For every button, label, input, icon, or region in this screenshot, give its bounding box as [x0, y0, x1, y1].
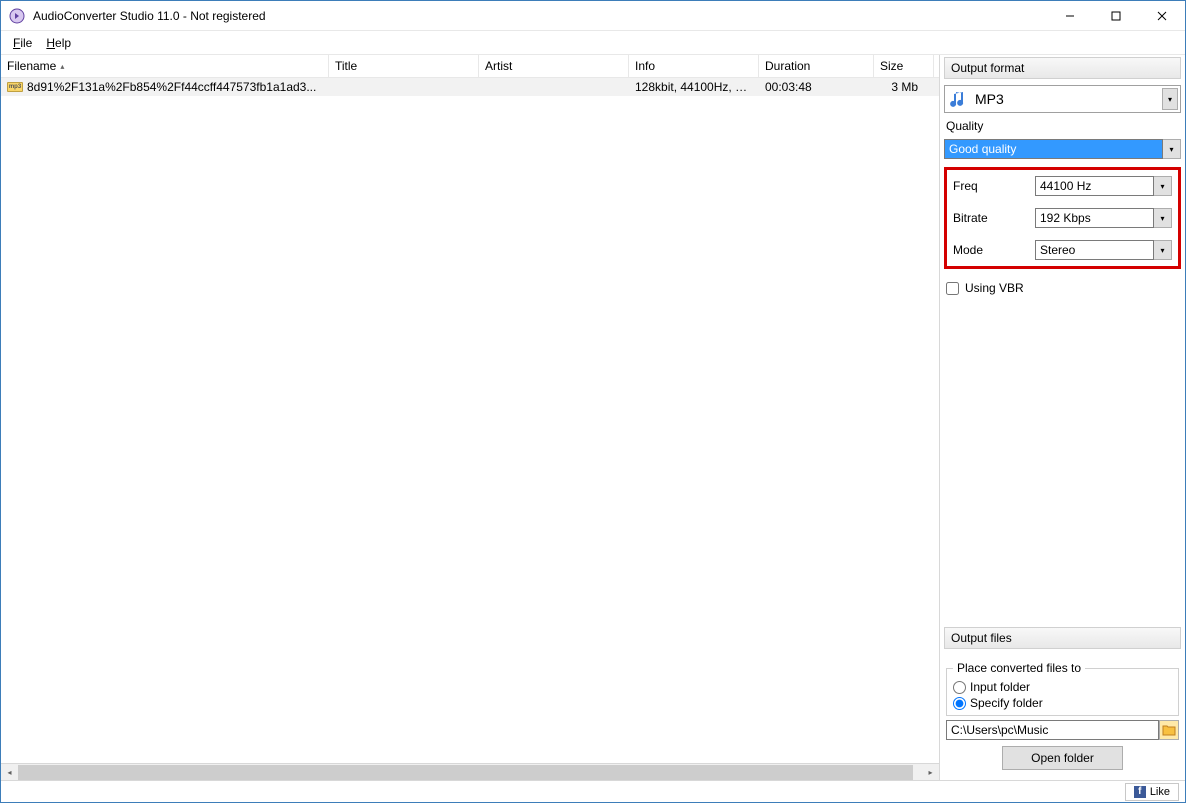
open-folder-button[interactable]: Open folder [1002, 746, 1123, 770]
bitrate-label: Bitrate [953, 211, 1035, 225]
scroll-thumb[interactable] [18, 765, 913, 780]
minimize-button[interactable] [1047, 1, 1093, 31]
column-duration[interactable]: Duration [759, 55, 874, 77]
menu-help[interactable]: Help [40, 34, 77, 52]
folder-path-input[interactable] [946, 720, 1159, 740]
mode-select[interactable]: Stereo ▾ [1035, 240, 1172, 260]
quality-select[interactable]: Good quality ▾ [944, 139, 1181, 159]
scroll-left-button[interactable]: ◂ [1, 764, 18, 781]
window-controls [1047, 1, 1185, 31]
quality-dropdown-icon[interactable]: ▾ [1163, 139, 1181, 159]
cell-info: 128kbit, 44100Hz, Stereo [629, 78, 759, 96]
sort-asc-icon: ▴ [60, 62, 64, 71]
table-body[interactable]: mp3 8d91%2F131a%2Fb854%2Ff44ccff447573fb… [1, 78, 939, 763]
place-files-legend: Place converted files to [953, 661, 1085, 675]
browse-folder-button[interactable] [1159, 720, 1179, 740]
mode-value: Stereo [1035, 240, 1154, 260]
cell-artist [479, 85, 629, 89]
column-title[interactable]: Title [329, 55, 479, 77]
column-info[interactable]: Info [629, 55, 759, 77]
freq-dropdown-icon[interactable]: ▾ [1154, 176, 1172, 196]
format-select[interactable]: MP3 ▾ [944, 85, 1181, 113]
title-bar: AudioConverter Studio 11.0 - Not registe… [1, 1, 1185, 31]
bitrate-dropdown-icon[interactable]: ▾ [1154, 208, 1172, 228]
column-artist[interactable]: Artist [479, 55, 629, 77]
freq-select[interactable]: 44100 Hz ▾ [1035, 176, 1172, 196]
quality-label: Quality [944, 117, 1181, 135]
mode-label: Mode [953, 243, 1035, 257]
freq-value: 44100 Hz [1035, 176, 1154, 196]
close-button[interactable] [1139, 1, 1185, 31]
facebook-icon: f [1134, 786, 1146, 798]
like-label: Like [1150, 786, 1170, 798]
radio-input-folder-label: Input folder [970, 680, 1030, 694]
status-bar: f Like [1, 780, 1185, 802]
output-files-header: Output files [944, 627, 1181, 649]
like-button[interactable]: f Like [1125, 783, 1179, 801]
radio-specify-folder-label: Specify folder [970, 696, 1043, 710]
bitrate-value: 192 Kbps [1035, 208, 1154, 228]
place-files-group: Place converted files to Input folder Sp… [946, 661, 1179, 716]
app-icon [9, 8, 25, 24]
folder-icon [1162, 724, 1176, 736]
format-dropdown-icon[interactable]: ▾ [1162, 88, 1178, 110]
column-size[interactable]: Size [874, 55, 934, 77]
menu-bar: File Help [1, 31, 1185, 55]
cell-size: 3 Mb [874, 78, 934, 96]
mp3-file-icon: mp3 [7, 82, 23, 92]
params-highlight-box: Freq 44100 Hz ▾ Bitrate 192 Kbps ▾ Mode … [944, 167, 1181, 269]
scroll-track[interactable] [18, 764, 922, 781]
output-format-header: Output format [944, 57, 1181, 79]
window-title: AudioConverter Studio 11.0 - Not registe… [33, 9, 1047, 23]
column-filename[interactable]: Filename▴ [1, 55, 329, 77]
vbr-label: Using VBR [965, 281, 1024, 295]
menu-file[interactable]: File [7, 34, 38, 52]
cell-filename: 8d91%2F131a%2Fb854%2Ff44ccff447573fb1a1a… [27, 80, 316, 94]
vbr-checkbox[interactable] [946, 282, 959, 295]
table-header: Filename▴ Title Artist Info Duration Siz… [1, 55, 939, 78]
mode-dropdown-icon[interactable]: ▾ [1154, 240, 1172, 260]
output-panel: Output format MP3 ▾ Quality Good quality… [940, 55, 1185, 780]
table-row[interactable]: mp3 8d91%2F131a%2Fb854%2Ff44ccff447573fb… [1, 78, 939, 96]
freq-label: Freq [953, 179, 1035, 193]
maximize-button[interactable] [1093, 1, 1139, 31]
bitrate-select[interactable]: 192 Kbps ▾ [1035, 208, 1172, 228]
cell-duration: 00:03:48 [759, 78, 874, 96]
horizontal-scrollbar[interactable]: ◂ ▸ [1, 763, 939, 780]
music-note-icon [949, 89, 969, 109]
format-value: MP3 [975, 91, 1162, 107]
quality-value: Good quality [944, 139, 1163, 159]
radio-input-folder[interactable] [953, 681, 966, 694]
cell-title [329, 85, 479, 89]
radio-specify-folder[interactable] [953, 697, 966, 710]
file-list-panel: Filename▴ Title Artist Info Duration Siz… [1, 55, 940, 780]
scroll-right-button[interactable]: ▸ [922, 764, 939, 781]
